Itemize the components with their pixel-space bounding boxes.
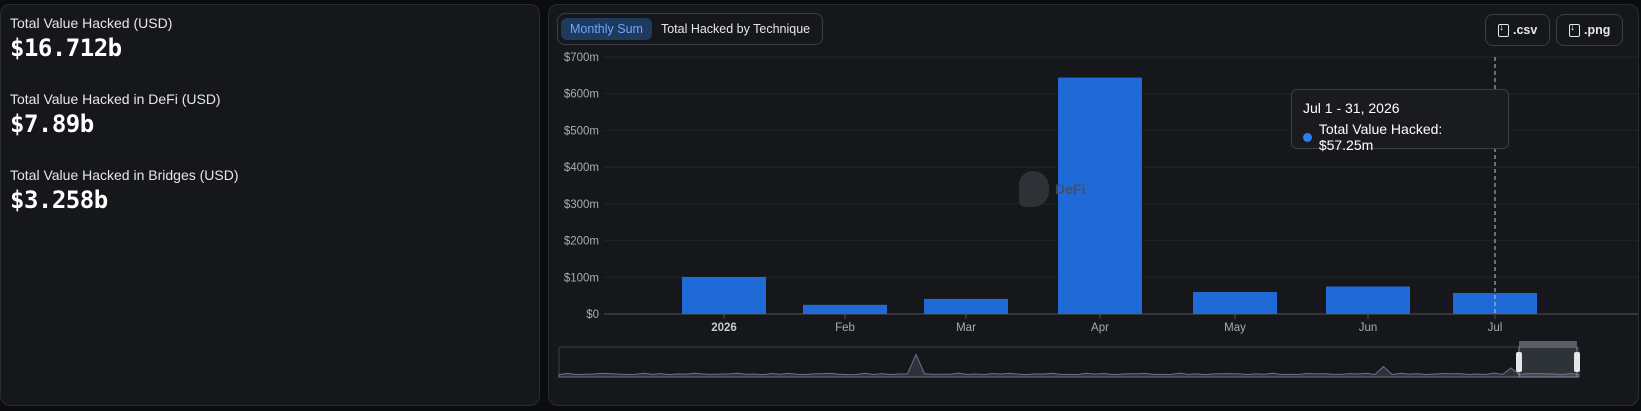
stat-bridges-hacked: Total Value Hacked in Bridges (USD) $3.2… — [10, 167, 239, 214]
x-tick-label: Jul — [1488, 322, 1503, 334]
tooltip-value: Total Value Hacked: $57.25m — [1318, 121, 1443, 153]
y-tick-label: $500m — [564, 125, 599, 137]
chart-tooltip: Jul 1 - 31, 2026 Total Value Hacked: $57… — [1291, 89, 1509, 153]
download-icon — [1569, 22, 1580, 37]
series-dot-icon — [1303, 132, 1312, 142]
y-tick-label: $600m — [564, 89, 599, 101]
y-tick-label: $100m — [564, 272, 599, 284]
brush-drag-bar — [1519, 341, 1577, 347]
stats-panel: Total Value Hacked (USD) $16.712b Total … — [0, 4, 540, 406]
png-label: .png — [1584, 23, 1611, 37]
bar — [924, 298, 1008, 314]
tab-by-technique[interactable]: Total Hacked by Technique — [652, 18, 819, 40]
bar — [803, 304, 887, 314]
download-icon — [1498, 22, 1509, 37]
stat-defi-hacked: Total Value Hacked in DeFi (USD) $7.89b — [10, 91, 221, 138]
csv-label: .csv — [1513, 23, 1538, 37]
stat-label: Total Value Hacked (USD) — [10, 15, 173, 31]
bar — [682, 276, 766, 314]
x-tick-label: Apr — [1091, 322, 1109, 334]
y-tick-label: $200m — [564, 236, 599, 248]
brush-frame — [558, 346, 1580, 378]
x-tick-label: Jun — [1359, 322, 1378, 334]
chart-panel: $0 $100m $200m $300m $400m $500m $600m $700m 202… — [548, 4, 1639, 406]
brush-area — [558, 353, 1580, 378]
y-tick-label: $400m — [564, 162, 599, 174]
tooltip-title: Jul 1 - 31, 2026 — [1303, 100, 1400, 116]
download-csv-button[interactable]: .csv — [1485, 14, 1551, 46]
defillama-logo-icon — [1019, 171, 1049, 207]
stat-total-hacked: Total Value Hacked (USD) $16.712b — [10, 15, 172, 62]
brush-handle[interactable] — [1516, 352, 1522, 372]
stat-value: $16.712b — [10, 34, 122, 62]
watermark-text: DeFi — [1055, 181, 1086, 197]
y-tick-label: $0 — [586, 309, 599, 321]
bar — [1326, 286, 1410, 314]
stat-label: Total Value Hacked in Bridges (USD) — [10, 167, 239, 183]
stat-value: $3.258b — [10, 186, 108, 214]
stat-value: $7.89b — [10, 110, 94, 138]
y-tick-label: $700m — [564, 52, 599, 64]
brush-selection[interactable] — [1518, 346, 1578, 378]
x-tick-label: Mar — [956, 322, 976, 334]
bar — [1193, 291, 1277, 314]
watermark: DeFi — [1019, 171, 1085, 207]
view-toggle-group: Monthly Sum Total Hacked by Technique — [557, 13, 824, 45]
x-tick-label: 2026 — [711, 322, 737, 334]
stat-label: Total Value Hacked in DeFi (USD) — [10, 91, 221, 107]
y-tick-label: $300m — [564, 199, 599, 211]
x-tick-label: May — [1224, 322, 1246, 334]
x-tick-label: Feb — [835, 322, 855, 334]
chart-svg[interactable]: $0 $100m $200m $300m $400m $500m $600m $700m 202… — [549, 5, 1639, 406]
tab-monthly-sum[interactable]: Monthly Sum — [561, 18, 652, 40]
brush-handle[interactable] — [1574, 352, 1580, 372]
tooltip-row: Total Value Hacked: $57.25m — [1303, 121, 1497, 153]
download-png-button[interactable]: .png — [1556, 14, 1624, 46]
